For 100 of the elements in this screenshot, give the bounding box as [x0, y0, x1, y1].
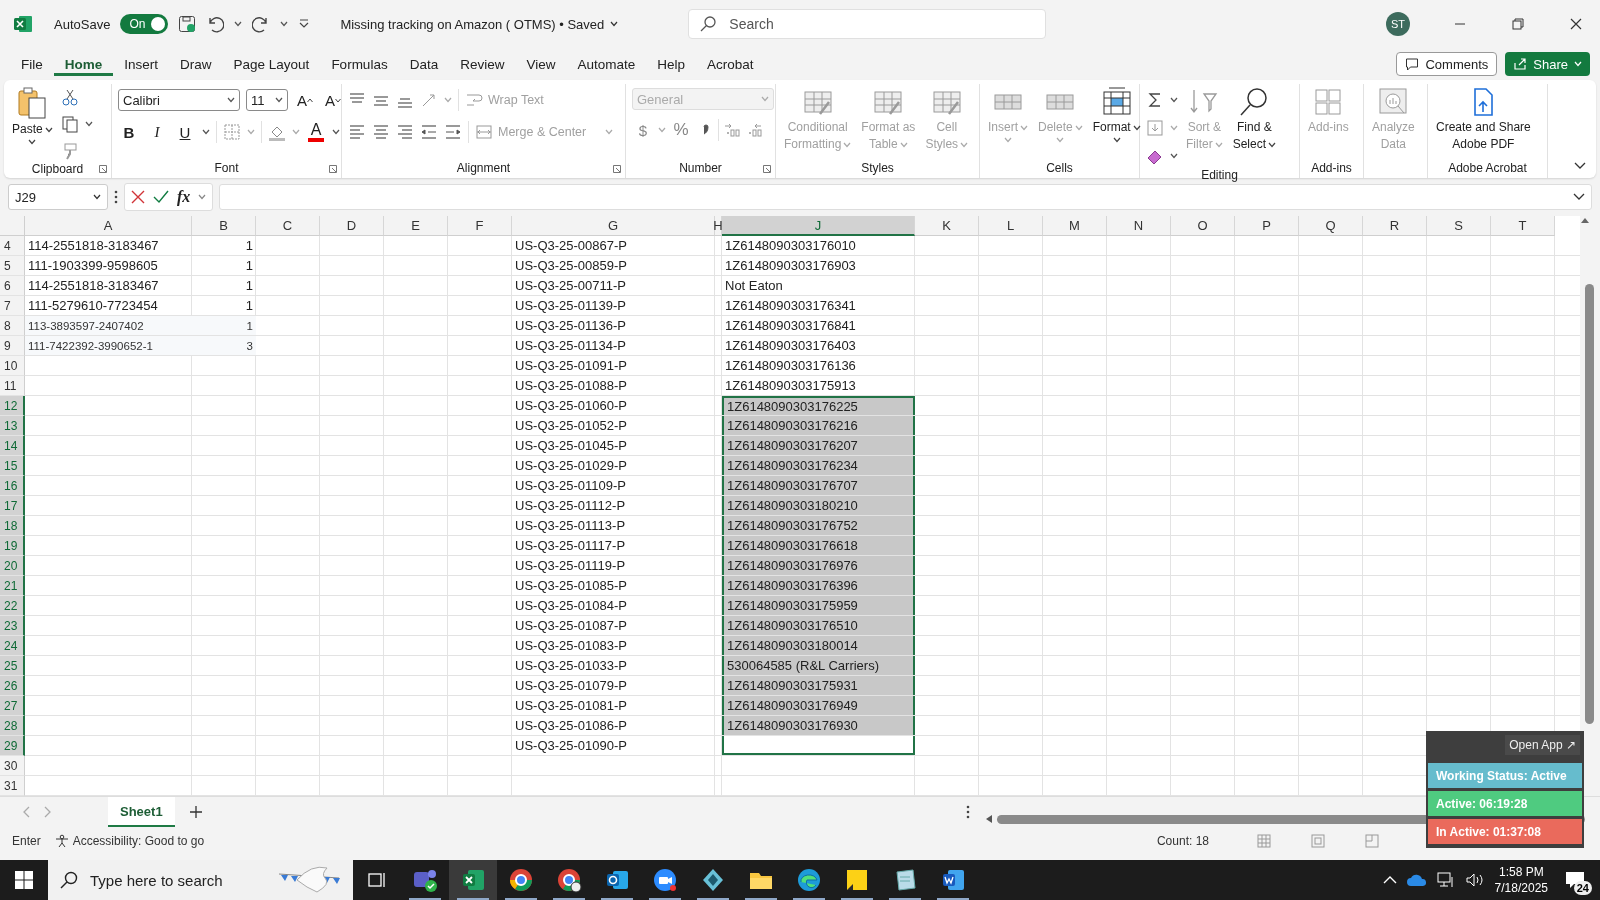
- orientation-icon[interactable]: [420, 91, 438, 109]
- document-app-icon[interactable]: [940, 867, 966, 893]
- table-cell[interactable]: Not Eaton: [722, 276, 915, 295]
- table-cell[interactable]: US-Q3-25-01085-P: [512, 576, 715, 595]
- menu-tab[interactable]: Insert: [113, 52, 170, 76]
- table-cell[interactable]: 530064585 (R&L Carriers): [722, 656, 915, 675]
- table-cell[interactable]: 1Z6148090303176225: [722, 396, 915, 415]
- collapse-ribbon-icon[interactable]: [1574, 162, 1586, 170]
- dialog-launcher-icon[interactable]: [763, 165, 771, 173]
- row-header[interactable]: 21: [0, 576, 25, 596]
- row-header[interactable]: 8: [0, 316, 25, 336]
- table-cell[interactable]: US-Q3-25-01134-P: [512, 336, 715, 355]
- row-header[interactable]: 9: [0, 336, 25, 356]
- dialog-launcher-icon[interactable]: [613, 165, 621, 173]
- table-cell[interactable]: 1Z6148090303175913: [722, 376, 915, 395]
- table-cell[interactable]: 1Z6148090303180014: [722, 636, 915, 655]
- column-header[interactable]: E: [384, 216, 448, 236]
- row-header[interactable]: 7: [0, 296, 25, 316]
- menu-tab[interactable]: Data: [398, 52, 450, 76]
- table-cell[interactable]: 1Z6148090303176618: [722, 536, 915, 555]
- share-button[interactable]: Share: [1505, 52, 1590, 76]
- chat-app-icon[interactable]: [412, 867, 438, 893]
- table-cell[interactable]: 1Z6148090303175959: [722, 596, 915, 615]
- sheet-tab[interactable]: Sheet1: [108, 797, 175, 827]
- table-cell[interactable]: 1Z6148090303176841: [722, 316, 915, 335]
- row-header[interactable]: 29: [0, 736, 25, 756]
- cloud-icon[interactable]: [1406, 873, 1427, 887]
- more-options-icon[interactable]: [966, 805, 970, 819]
- font-name-field[interactable]: Calibri: [118, 89, 240, 111]
- table-cell[interactable]: 1: [192, 276, 256, 295]
- column-header[interactable]: R: [1363, 216, 1427, 236]
- browser-icon[interactable]: [508, 867, 534, 893]
- accessibility-status[interactable]: Accessibility: Good to go: [72, 834, 205, 848]
- caret-icon[interactable]: [1170, 97, 1178, 103]
- caret-icon[interactable]: [1268, 141, 1277, 148]
- table-cell[interactable]: US-Q3-25-01139-P: [512, 296, 715, 315]
- menu-tab[interactable]: File: [10, 52, 54, 76]
- table-cell[interactable]: 1Z6148090303176510: [722, 616, 915, 635]
- table-cell[interactable]: [722, 736, 915, 755]
- network-icon[interactable]: [1436, 872, 1455, 888]
- undo-icon[interactable]: [206, 15, 225, 33]
- row-header[interactable]: 13: [0, 416, 25, 436]
- table-cell[interactable]: US-Q3-25-01033-P: [512, 656, 715, 675]
- search-field[interactable]: Search: [688, 9, 1047, 39]
- table-cell[interactable]: 114-2551818-3183467: [25, 236, 192, 255]
- table-cell[interactable]: 1Z6148090303176341: [722, 296, 915, 315]
- column-header[interactable]: K: [915, 216, 979, 236]
- table-cell[interactable]: US-Q3-25-01052-P: [512, 416, 715, 435]
- table-cell[interactable]: 111-1903399-9598605: [25, 256, 192, 275]
- chevron-down-icon[interactable]: [610, 21, 619, 27]
- table-cell[interactable]: US-Q3-25-00867-P: [512, 236, 715, 255]
- row-header[interactable]: 17: [0, 496, 25, 516]
- table-cell[interactable]: 1Z6148090303176010: [722, 236, 915, 255]
- spreadsheet-app-icon[interactable]: [460, 867, 486, 893]
- task-view-icon[interactable]: [367, 871, 387, 889]
- start-icon[interactable]: [15, 871, 33, 889]
- table-cell[interactable]: 1Z6148090303176216: [722, 416, 915, 435]
- column-header[interactable]: J: [722, 216, 915, 236]
- caret-icon[interactable]: [275, 97, 283, 103]
- table-cell[interactable]: US-Q3-25-01119-P: [512, 556, 715, 575]
- row-header[interactable]: 12: [0, 396, 25, 416]
- copy-icon[interactable]: [60, 115, 79, 133]
- document-title[interactable]: Missing tracking on Amazon ( OTMS) • Saved: [340, 16, 619, 32]
- row-header[interactable]: 28: [0, 716, 25, 736]
- caret-icon[interactable]: [1112, 137, 1121, 143]
- menu-tab[interactable]: View: [515, 52, 567, 76]
- table-cell[interactable]: 1Z6148090303176949: [722, 696, 915, 715]
- row-header[interactable]: 20: [0, 556, 25, 576]
- ribbon-button[interactable]: Create and Share Adobe PDF: [1434, 84, 1533, 154]
- menu-tab[interactable]: Help: [646, 52, 697, 76]
- enter-icon[interactable]: [153, 190, 169, 204]
- row-header[interactable]: 25: [0, 656, 25, 676]
- column-header[interactable]: P: [1235, 216, 1299, 236]
- row-header[interactable]: 4: [0, 236, 25, 256]
- table-cell[interactable]: US-Q3-25-01117-P: [512, 536, 715, 555]
- ribbon-button[interactable]: Find & Select: [1230, 84, 1279, 154]
- column-header[interactable]: T: [1491, 216, 1555, 236]
- accessibility-icon[interactable]: [54, 834, 69, 848]
- row-header[interactable]: 10: [0, 356, 25, 376]
- browser-icon[interactable]: [796, 867, 822, 893]
- increase-font-button[interactable]: A: [294, 89, 316, 111]
- table-cell[interactable]: US-Q3-25-01079-P: [512, 676, 715, 695]
- table-cell[interactable]: US-Q3-25-01088-P: [512, 376, 715, 395]
- menu-tab[interactable]: Home: [53, 52, 114, 76]
- font-color-button[interactable]: A: [306, 121, 326, 143]
- table-cell[interactable]: US-Q3-25-01113-P: [512, 516, 715, 535]
- column-header[interactable]: M: [1043, 216, 1107, 236]
- table-cell[interactable]: 1Z6148090303176136: [722, 356, 915, 375]
- dialog-launcher-icon[interactable]: [99, 165, 107, 173]
- table-cell[interactable]: US-Q3-25-01087-P: [512, 616, 715, 635]
- row-header[interactable]: 30: [0, 756, 25, 776]
- more-options-icon[interactable]: [114, 190, 118, 204]
- table-cell[interactable]: US-Q3-25-01060-P: [512, 396, 715, 415]
- table-cell[interactable]: 113-3893597-2407402: [25, 316, 192, 335]
- align-center-icon[interactable]: [372, 123, 390, 141]
- scroll-up-icon[interactable]: [1580, 216, 1590, 224]
- sticky-note-icon[interactable]: [844, 867, 870, 893]
- table-cell[interactable]: 3: [192, 336, 256, 355]
- table-cell[interactable]: US-Q3-25-00859-P: [512, 256, 715, 275]
- column-header[interactable]: S: [1427, 216, 1491, 236]
